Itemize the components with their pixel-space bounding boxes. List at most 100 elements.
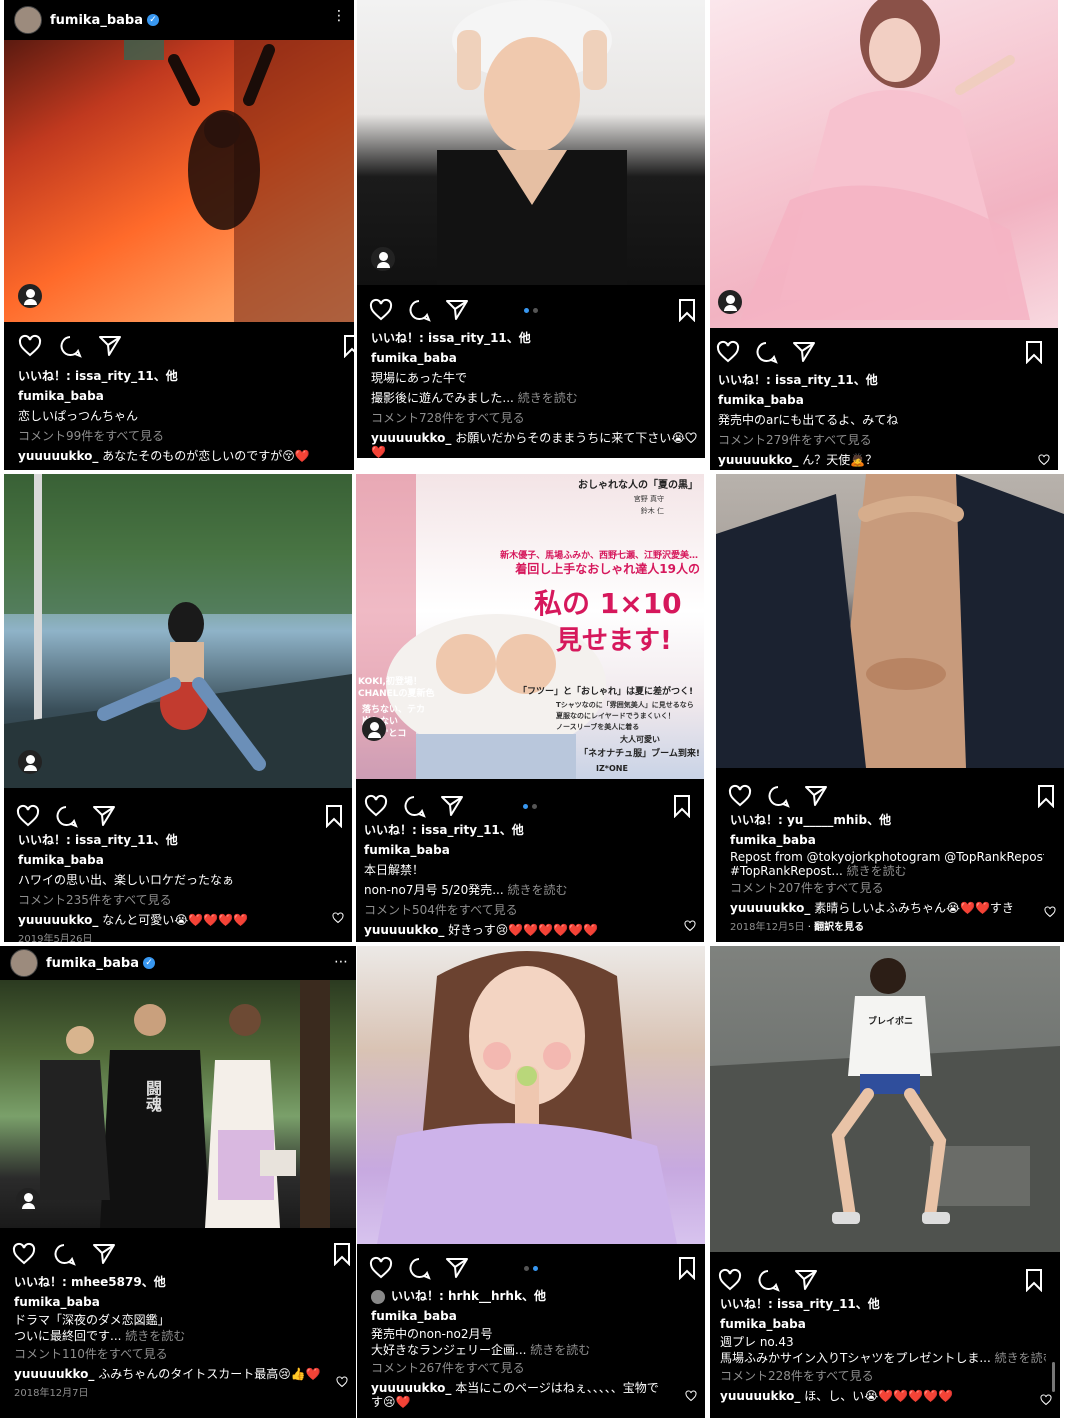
heart-icon[interactable] (369, 1256, 393, 1280)
post-photo[interactable] (357, 946, 705, 1244)
caption-author[interactable]: fumika_baba (720, 1314, 1046, 1334)
comment-user[interactable]: yuuuuukko_ (730, 901, 810, 915)
likes-text[interactable]: いいね！: yu_____mhib、他 (730, 810, 1044, 830)
heart-icon[interactable] (16, 804, 40, 828)
caption-author[interactable]: fumika_baba (14, 1292, 336, 1312)
bookmark-icon[interactable] (670, 794, 694, 818)
post-photo[interactable] (710, 0, 1058, 328)
more-options-icon[interactable]: ⋯ (334, 954, 348, 970)
share-icon[interactable] (92, 804, 116, 828)
comment-icon[interactable] (54, 804, 78, 828)
share-icon[interactable] (445, 1256, 469, 1280)
share-icon[interactable] (794, 1268, 818, 1292)
heart-icon[interactable] (18, 334, 42, 358)
comment-like-icon[interactable] (1040, 1394, 1052, 1406)
bookmark-icon[interactable] (1022, 340, 1046, 364)
likes-text[interactable]: いいね！: issa_rity_11、他 (718, 370, 1038, 390)
view-comments-link[interactable]: コメント228件をすべて見る (720, 1366, 1046, 1386)
likes-text[interactable]: いいね！: issa_rity_11、他 (720, 1294, 1046, 1314)
comment-icon[interactable] (756, 1268, 780, 1292)
tag-people-icon[interactable] (371, 247, 395, 271)
likes-text[interactable]: いいね！: mhee5879、他 (14, 1272, 336, 1292)
comment-user[interactable]: yuuuuukko_ (718, 453, 798, 467)
view-comments-link[interactable]: コメント267件をすべて見る (371, 1358, 685, 1378)
caption-author[interactable]: fumika_baba (730, 830, 1044, 850)
caption-author[interactable]: fumika_baba (18, 386, 334, 406)
comment-user[interactable]: yuuuuukko_ (14, 1367, 94, 1381)
caption-author[interactable]: fumika_baba (364, 840, 684, 860)
read-more-link[interactable]: 続きを読む (508, 883, 568, 897)
share-icon[interactable] (440, 794, 464, 818)
post-photo[interactable] (4, 40, 354, 322)
read-more-link[interactable]: 続きを読む (530, 1343, 590, 1357)
comment-icon[interactable] (407, 1256, 431, 1280)
likes-text[interactable]: いいね！: issa_rity_11、他 (364, 820, 684, 840)
likes-text[interactable]: いいね！: hrhk__hrhk、他 (391, 1289, 546, 1303)
tag-people-icon[interactable] (18, 750, 42, 774)
post-username[interactable]: fumika_baba (50, 13, 143, 28)
translate-link[interactable]: 翻訳を見る (814, 922, 864, 933)
heart-icon[interactable] (728, 784, 752, 808)
comment-like-icon[interactable] (1038, 454, 1050, 466)
scrollbar[interactable] (1052, 1362, 1055, 1392)
view-comments-link[interactable]: コメント235件をすべて見る (18, 890, 332, 910)
comment-like-icon[interactable] (336, 1376, 348, 1388)
likes-text[interactable]: いいね！: issa_rity_11、他 (18, 366, 334, 386)
comment-like-icon[interactable] (332, 912, 344, 924)
post-photo[interactable]: ブレイポニ (710, 946, 1060, 1252)
avatar[interactable] (14, 6, 42, 34)
heart-icon[interactable] (716, 340, 740, 364)
share-icon[interactable] (98, 334, 122, 358)
comment-icon[interactable] (402, 794, 426, 818)
tag-people-icon[interactable] (362, 717, 386, 741)
comment-like-icon[interactable] (685, 432, 697, 444)
share-icon[interactable] (445, 298, 469, 322)
comment-user[interactable]: yuuuuukko_ (18, 913, 98, 927)
heart-icon[interactable] (364, 794, 388, 818)
tag-people-icon[interactable] (18, 284, 42, 308)
post-photo[interactable] (4, 474, 352, 788)
read-more-link[interactable]: 続きを読む (995, 1351, 1046, 1365)
post-photo[interactable]: 闘魂 (0, 980, 356, 1228)
post-photo[interactable] (716, 474, 1064, 768)
view-comments-link[interactable]: コメント110件をすべて見る (14, 1344, 336, 1364)
likes-text[interactable]: いいね！: issa_rity_11、他 (18, 830, 332, 850)
avatar[interactable] (10, 949, 38, 977)
bookmark-icon[interactable] (330, 1242, 354, 1266)
caption-author[interactable]: fumika_baba (18, 850, 332, 870)
view-comments-link[interactable]: コメント279件をすべて見る (718, 430, 1038, 450)
post-photo[interactable]: おしゃれな人の「夏の黒」 宮野 真守 鈴木 仁 新木優子、馬場ふみか、西野七瀬、… (356, 474, 704, 779)
likes-text[interactable]: いいね！: issa_rity_11、他 (371, 328, 685, 348)
comment-like-icon[interactable] (684, 920, 696, 932)
caption-author[interactable]: fumika_baba (371, 1306, 685, 1326)
tag-people-icon[interactable] (16, 1188, 40, 1212)
share-icon[interactable] (792, 340, 816, 364)
bookmark-icon[interactable] (675, 298, 699, 322)
tag-people-icon[interactable] (718, 290, 742, 314)
read-more-link[interactable]: 続きを読む (125, 1329, 185, 1343)
comment-user[interactable]: yuuuuukko_ (18, 449, 98, 463)
post-username[interactable]: fumika_baba (46, 956, 139, 971)
view-comments-link[interactable]: コメント99件をすべて見る (18, 426, 334, 446)
view-comments-link[interactable]: コメント504件をすべて見る (364, 900, 684, 920)
caption-author[interactable]: fumika_baba (718, 390, 1038, 410)
bookmark-icon[interactable] (340, 334, 354, 358)
heart-icon[interactable] (718, 1268, 742, 1292)
comment-like-icon[interactable] (1044, 906, 1056, 918)
view-comments-link[interactable]: コメント728件をすべて見る (371, 408, 685, 428)
share-icon[interactable] (804, 784, 828, 808)
comment-user[interactable]: yuuuuukko_ (720, 1389, 800, 1403)
bookmark-icon[interactable] (1034, 784, 1058, 808)
comment-like-icon[interactable] (685, 1390, 697, 1402)
bookmark-icon[interactable] (675, 1256, 699, 1280)
post-photo[interactable] (357, 0, 705, 285)
heart-icon[interactable] (12, 1242, 36, 1266)
comment-user[interactable]: yuuuuukko_ (364, 923, 444, 937)
heart-icon[interactable] (369, 298, 393, 322)
read-more-link[interactable]: 続きを読む (847, 864, 907, 878)
share-icon[interactable] (92, 1242, 116, 1266)
comment-icon[interactable] (754, 340, 778, 364)
more-options-icon[interactable]: ⋮ (332, 8, 346, 24)
comment-icon[interactable] (766, 784, 790, 808)
bookmark-icon[interactable] (1022, 1268, 1046, 1292)
